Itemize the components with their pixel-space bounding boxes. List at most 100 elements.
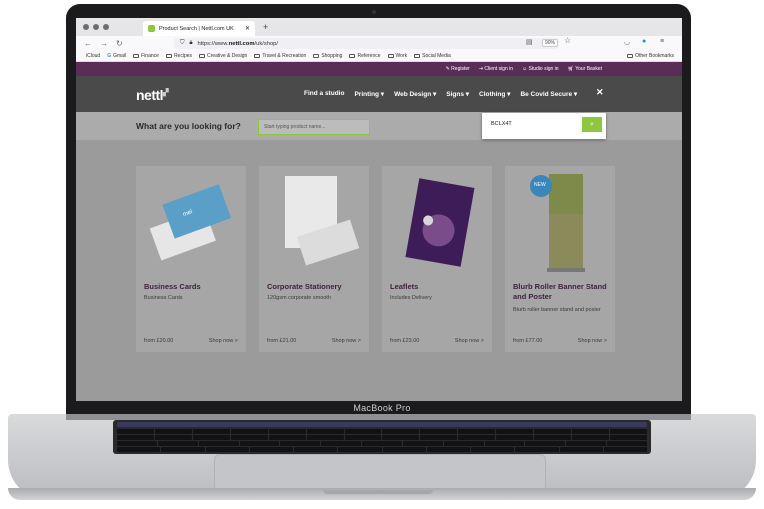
studio-sign-in-link[interactable]: ☺ Studio sign in xyxy=(522,66,559,72)
bookmark-social-media[interactable]: Social Media xyxy=(414,53,451,59)
back-icon[interactable]: ← xyxy=(84,39,92,48)
register-link[interactable]: ✎ Register xyxy=(446,66,470,72)
reload-icon[interactable]: ↻ xyxy=(116,39,123,48)
key-row xyxy=(117,435,647,440)
basket-link[interactable]: 🛒︎ Your Basket xyxy=(568,66,602,72)
key-row xyxy=(117,441,647,446)
folder-icon xyxy=(349,54,356,58)
account-strip: ✎ Register ⇥ Client sign in ☺ Studio sig… xyxy=(76,62,682,76)
close-search-icon[interactable]: ✕ xyxy=(596,87,604,98)
shop-now-link[interactable]: Shop now > xyxy=(209,338,238,344)
product-price: from £21.00 xyxy=(267,338,297,344)
search-heading: What are you looking for? xyxy=(136,121,241,131)
bookmark-other[interactable]: Other Bookmarks xyxy=(627,53,674,59)
keyboard xyxy=(113,420,651,454)
folder-icon xyxy=(387,54,394,58)
menu-find-studio[interactable]: Find a studio xyxy=(304,90,344,98)
touch-bar xyxy=(117,422,647,427)
product-title[interactable]: Blurb Roller Banner Stand and Poster xyxy=(513,282,609,302)
folder-icon xyxy=(133,54,140,58)
product-card[interactable]: mel Business Cards Business Cards from £… xyxy=(136,166,246,352)
window-controls[interactable] xyxy=(83,24,109,30)
address-bar[interactable]: ⛉ 🔒︎ https://www.nettl.com/uk/shop/ xyxy=(174,38,559,49)
leaflets-image xyxy=(405,178,475,267)
product-title[interactable]: Corporate Stationery xyxy=(267,282,363,292)
laptop-scene: Product Search | Nettl.com UK ✕ + ← → ↻ … xyxy=(0,0,764,509)
folder-icon xyxy=(627,54,634,58)
product-title[interactable]: Business Cards xyxy=(144,282,240,292)
camera xyxy=(372,10,376,14)
product-card[interactable]: NEW Blurb Roller Banner Stand and Poster… xyxy=(505,166,615,352)
browser-tab[interactable]: Product Search | Nettl.com UK ✕ xyxy=(143,21,255,36)
site-header: nettl▞ Find a studio Printing ▾ Web Desi… xyxy=(76,76,682,112)
bookmark-gmail[interactable]: G Gmail xyxy=(107,53,126,59)
bookmark-reference[interactable]: Reference xyxy=(349,53,381,59)
search-button[interactable]: ⌕ xyxy=(582,117,602,132)
maximize-window-dot[interactable] xyxy=(103,24,109,30)
shield-icon: ⛉ xyxy=(180,40,185,46)
folder-icon xyxy=(199,54,206,58)
minimize-window-dot[interactable] xyxy=(93,24,99,30)
bookmark-work[interactable]: Work xyxy=(387,53,407,59)
menu-clothing[interactable]: Clothing ▾ xyxy=(479,90,510,98)
product-title[interactable]: Leaflets xyxy=(390,282,486,292)
bookmark-icloud[interactable]: iCloud xyxy=(84,53,100,59)
google-icon: G xyxy=(107,53,112,59)
product-price: from £23.00 xyxy=(390,338,420,344)
menu-web-design[interactable]: Web Design ▾ xyxy=(394,90,436,98)
product-search-input[interactable]: Start typing product name... xyxy=(258,119,370,135)
product-price: from £20.00 xyxy=(144,338,174,344)
nettl-logo[interactable]: nettl▞ xyxy=(136,87,168,103)
folder-icon xyxy=(254,54,261,58)
tab-title: Product Search | Nettl.com UK xyxy=(159,25,234,32)
navigation-bar: ← → ↻ ⛉ 🔒︎ https://www.nettl.com/uk/shop… xyxy=(76,36,682,51)
close-window-dot[interactable] xyxy=(83,24,89,30)
bookmark-recipes[interactable]: Recipes xyxy=(165,53,192,59)
main-menu: Find a studio Printing ▾ Web Design ▾ Si… xyxy=(304,90,577,98)
popup-search-input[interactable]: BCLX4T xyxy=(486,117,580,132)
bookmark-travel[interactable]: Travel & Recreation xyxy=(254,53,306,59)
bookmark-star-icon[interactable]: ☆ xyxy=(564,36,571,45)
forward-icon[interactable]: → xyxy=(100,39,108,48)
extension-icon[interactable]: ● xyxy=(642,38,646,45)
pocket-icon[interactable]: ◡ xyxy=(624,38,630,46)
close-tab-icon[interactable]: ✕ xyxy=(245,25,250,32)
menu-icon[interactable]: ≡ xyxy=(660,38,664,45)
laptop-brand-label: MacBook Pro xyxy=(353,403,411,413)
product-description: Blurb roller banner stand and poster xyxy=(513,307,601,313)
search-popup: BCLX4T ⌕ xyxy=(482,113,606,139)
shop-now-link[interactable]: Shop now > xyxy=(332,338,361,344)
lid-notch xyxy=(323,490,433,494)
folder-icon xyxy=(313,54,320,58)
product-card[interactable]: Leaflets Includes Delivery from £23.00 S… xyxy=(382,166,492,352)
trackpad xyxy=(214,454,546,491)
product-price: from £77.00 xyxy=(513,338,543,344)
menu-covid-secure[interactable]: Be Covid Secure ▾ xyxy=(520,90,577,98)
product-description: Business Cards xyxy=(144,295,183,301)
tab-bar: Product Search | Nettl.com UK ✕ + xyxy=(76,18,682,36)
menu-signs[interactable]: Signs ▾ xyxy=(446,90,469,98)
svg-text:NEW: NEW xyxy=(534,182,546,188)
folder-icon xyxy=(414,54,421,58)
lock-icon: 🔒︎ xyxy=(189,40,193,46)
zoom-level[interactable]: 90% xyxy=(542,39,559,47)
reader-view-icon[interactable]: ▤ xyxy=(526,38,533,46)
logo-mark-icon: ▞ xyxy=(163,89,168,97)
bookmark-shopping[interactable]: Shopping xyxy=(313,53,342,59)
product-grid: mel Business Cards Business Cards from £… xyxy=(76,140,682,401)
product-card[interactable]: Corporate Stationery 120gsm corporate sm… xyxy=(259,166,369,352)
shop-now-link[interactable]: Shop now > xyxy=(455,338,484,344)
shop-now-link[interactable]: Shop now > xyxy=(578,338,607,344)
menu-printing[interactable]: Printing ▾ xyxy=(354,90,384,98)
bookmark-creative-design[interactable]: Creative & Design xyxy=(199,53,247,59)
new-tab-icon[interactable]: + xyxy=(263,22,268,32)
bookmark-finance[interactable]: Finance xyxy=(133,53,159,59)
key-row xyxy=(117,447,647,452)
roller-banner-image: NEW xyxy=(530,174,585,272)
screen: Product Search | Nettl.com UK ✕ + ← → ↻ … xyxy=(76,18,682,401)
client-sign-in-link[interactable]: ⇥ Client sign in xyxy=(479,66,513,72)
search-icon: ⌕ xyxy=(590,121,594,128)
bookmarks-bar: iCloud G Gmail Finance Recipes Creative &… xyxy=(76,51,682,62)
key-row xyxy=(117,429,647,434)
folder-icon xyxy=(165,54,172,58)
